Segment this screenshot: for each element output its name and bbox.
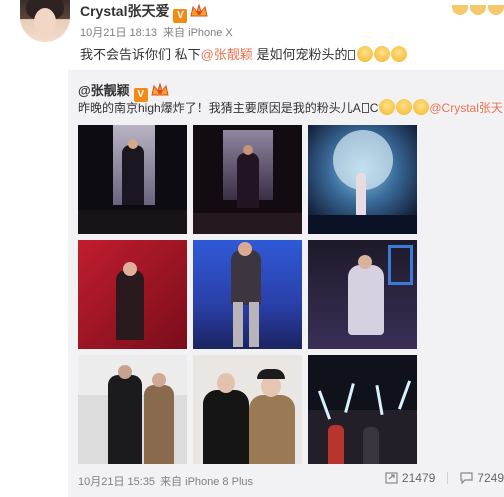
repost-button[interactable]: 21479	[385, 471, 435, 485]
mention-link[interactable]: @Crystal张天	[429, 101, 503, 115]
verified-icon: V	[173, 9, 188, 23]
missing-glyph-icon	[348, 50, 356, 60]
source-prefix: 来自	[160, 476, 183, 488]
smile-emoji-icon	[374, 46, 391, 62]
photo-5[interactable]	[193, 240, 302, 349]
photo-grid	[78, 125, 417, 467]
comment-button[interactable]: 7249	[460, 471, 504, 485]
repost-source: iPhone 8 Plus	[185, 476, 254, 488]
repost-count: 21479	[401, 471, 436, 485]
emoji-fragment	[450, 0, 504, 15]
source-prefix: 来自	[163, 27, 186, 39]
author-avatar[interactable]	[20, 0, 70, 42]
repost-text-body: 昨晚的南京high爆炸了！我猜主要原因是我的粉头儿A	[78, 101, 361, 115]
photo-4[interactable]	[78, 240, 187, 349]
photo-1[interactable]	[78, 125, 187, 234]
laugh-emoji-icon	[379, 99, 396, 115]
author-name[interactable]: Crystal张天爱 V	[80, 1, 209, 23]
smile-emoji-icon	[357, 46, 374, 62]
post-text: 我不会告诉你们 私下@张靓颖 是如何宠粉头的	[80, 44, 408, 63]
laugh-emoji-icon	[413, 99, 430, 115]
post-time[interactable]: 10月21日 18:13	[80, 27, 157, 39]
repost-time[interactable]: 10月21日 15:35	[78, 476, 155, 488]
missing-glyph-icon	[361, 103, 369, 113]
share-icon	[385, 472, 398, 484]
photo-7[interactable]	[78, 355, 187, 464]
repost-text-tail: C	[369, 101, 379, 115]
author-name-text[interactable]: Crystal张天爱	[80, 3, 169, 19]
post-text-before: 我不会告诉你们 私下	[80, 47, 201, 62]
crown-icon	[190, 4, 209, 17]
photo-3[interactable]	[308, 125, 417, 234]
repost-meta: 10月21日 15:35 来自 iPhone 8 Plus	[78, 473, 253, 489]
photo-6[interactable]	[308, 240, 417, 349]
photo-8[interactable]	[193, 355, 302, 464]
crown-icon	[151, 83, 169, 96]
reposted-weibo[interactable]: @张靓颖 V 昨晚的南京high爆炸了！我猜主要原因是我的粉头儿A C @Crysta…	[68, 70, 504, 497]
repost-actions: 21479 7249	[373, 471, 504, 485]
photo-2[interactable]	[193, 125, 302, 234]
post-meta: 10月21日 18:13 来自 iPhone X	[80, 24, 233, 40]
photo-9[interactable]	[308, 355, 417, 464]
post-text-after: 是如何宠粉头的	[252, 47, 348, 62]
repost-text: 昨晚的南京high爆炸了！我猜主要原因是我的粉头儿A C @Crystal张天	[78, 99, 503, 116]
laugh-emoji-icon	[396, 99, 413, 115]
smile-emoji-icon	[391, 46, 408, 62]
mention-link[interactable]: @张靓颖	[201, 47, 253, 62]
weibo-post: Crystal张天爱 V 10月21日 18:13 来自 iPhone X 我不会告…	[0, 0, 504, 497]
repost-author-text[interactable]: @张靓颖	[78, 83, 130, 98]
post-source: iPhone X	[188, 27, 233, 39]
comment-icon	[460, 472, 473, 484]
divider	[447, 472, 449, 484]
comment-count: 7249	[477, 471, 504, 485]
